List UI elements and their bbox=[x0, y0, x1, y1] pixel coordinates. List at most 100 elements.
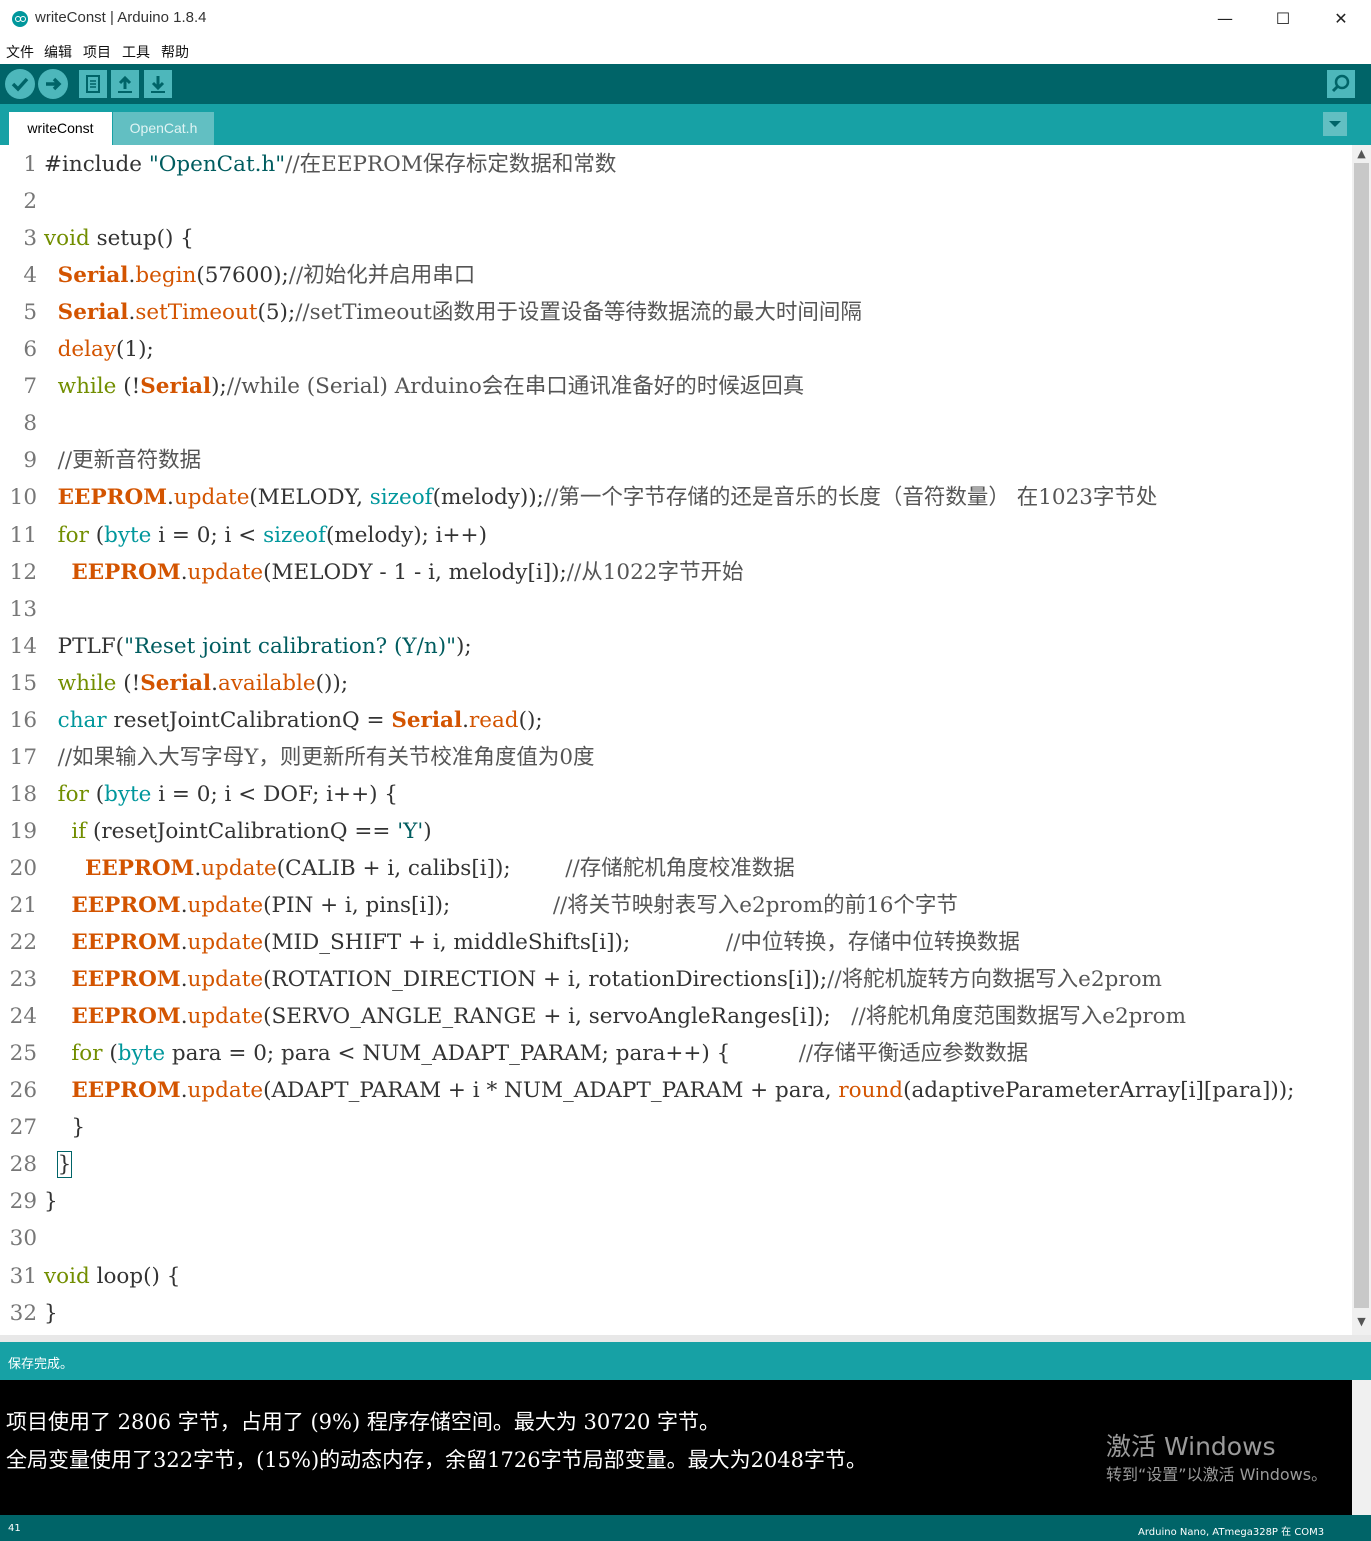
menu-file[interactable]: 文件 bbox=[6, 42, 34, 62]
upload-button[interactable] bbox=[38, 69, 68, 99]
code-text: //如果输入大写字母Y，则更新所有关节校准角度值为0度 bbox=[57, 744, 595, 770]
verify-button[interactable] bbox=[5, 69, 35, 99]
line-number: 6 bbox=[23, 337, 37, 363]
close-button[interactable]: ✕ bbox=[1318, 4, 1364, 34]
line-number: 15 bbox=[9, 670, 37, 696]
menu-sketch[interactable]: 项目 bbox=[83, 42, 111, 62]
serial-monitor-button[interactable] bbox=[1327, 70, 1355, 98]
line-number: 4 bbox=[23, 263, 37, 289]
code-line[interactable]: 20 EEPROM.update(CALIB + i, calibs[i]); … bbox=[0, 850, 1352, 887]
code-text: PTLF("Reset joint calibration? (Y/n)"); bbox=[44, 633, 472, 659]
code-line[interactable]: 25 for (byte para = 0; para < NUM_ADAPT_… bbox=[0, 1035, 1352, 1072]
menu-edit[interactable]: 编辑 bbox=[44, 42, 72, 62]
scroll-up-icon[interactable]: ▲ bbox=[1352, 145, 1371, 163]
code-line[interactable]: 1 #include "OpenCat.h"//在EEPROM保存标定数据和常数 bbox=[0, 146, 1352, 183]
code-text: #include "OpenCat.h"//在EEPROM保存标定数据和常数 bbox=[44, 152, 617, 177]
code-text: delay(1); bbox=[57, 337, 154, 363]
minimize-button[interactable]: — bbox=[1202, 4, 1248, 34]
line-number: 24 bbox=[9, 1004, 37, 1030]
code-line[interactable]: 29} bbox=[0, 1183, 1352, 1220]
code-line[interactable]: 28 } bbox=[0, 1146, 1352, 1183]
line-number: 8 bbox=[23, 411, 37, 437]
matched-brace: } bbox=[56, 1151, 73, 1179]
code-line[interactable]: 17 //如果输入大写字母Y，则更新所有关节校准角度值为0度 bbox=[0, 739, 1352, 776]
tab-bar: writeConst OpenCat.h bbox=[0, 104, 1371, 145]
line-number: 14 bbox=[9, 633, 37, 659]
maximize-button[interactable]: ☐ bbox=[1260, 4, 1306, 34]
code-line[interactable]: 19 if (resetJointCalibrationQ == 'Y') bbox=[0, 813, 1352, 850]
line-number: 13 bbox=[9, 596, 37, 622]
code-line[interactable]: 4 Serial.begin(57600);//初始化并启用串口 bbox=[0, 257, 1352, 294]
window-title: writeConst | Arduino 1.8.4 bbox=[35, 9, 207, 26]
toolbar bbox=[0, 64, 1371, 104]
footer-bar: 41 Arduino Nano, ATmega328P 在 COM3 bbox=[0, 1515, 1371, 1541]
code-text: for (byte i = 0; i < sizeof(melody); i++… bbox=[57, 522, 487, 548]
code-line[interactable]: 27 } bbox=[0, 1109, 1352, 1146]
code-line[interactable]: 24 EEPROM.update(SERVO_ANGLE_RANGE + i, … bbox=[0, 998, 1352, 1035]
editor-scrollbar-thumb[interactable] bbox=[1354, 163, 1369, 1308]
code-line[interactable]: 32} bbox=[0, 1295, 1352, 1332]
activate-windows-title: 激活 Windows bbox=[1106, 1432, 1276, 1461]
new-file-icon bbox=[86, 75, 100, 93]
code-line[interactable]: 21 EEPROM.update(PIN + i, pins[i]); //将关… bbox=[0, 887, 1352, 924]
code-line[interactable]: 6 delay(1); bbox=[0, 331, 1352, 368]
code-line[interactable]: 22 EEPROM.update(MID_SHIFT + i, middleSh… bbox=[0, 924, 1352, 961]
code-text: EEPROM.update(CALIB + i, calibs[i]); //存… bbox=[85, 855, 795, 881]
code-text: Serial.setTimeout(5);//setTimeout函数用于设置设… bbox=[57, 300, 862, 326]
line-number: 25 bbox=[9, 1041, 37, 1067]
chevron-down-icon bbox=[1329, 121, 1341, 127]
code-line[interactable]: 9 //更新音符数据 bbox=[0, 442, 1352, 479]
code-text: EEPROM.update(MELODY - 1 - i, melody[i])… bbox=[71, 559, 744, 585]
tab-writeconst[interactable]: writeConst bbox=[9, 112, 112, 145]
code-line[interactable]: 15 while (!Serial.available()); bbox=[0, 665, 1352, 702]
line-number: 16 bbox=[9, 707, 37, 733]
code-line[interactable]: 30 bbox=[0, 1220, 1352, 1257]
tab-menu-button[interactable] bbox=[1323, 112, 1347, 136]
line-number: 31 bbox=[9, 1263, 37, 1289]
code-line[interactable]: 12 EEPROM.update(MELODY - 1 - i, melody[… bbox=[0, 554, 1352, 591]
line-number: 17 bbox=[9, 744, 37, 770]
menu-help[interactable]: 帮助 bbox=[161, 42, 189, 62]
tab-opencat-h[interactable]: OpenCat.h bbox=[113, 112, 214, 145]
code-line[interactable]: 11 for (byte i = 0; i < sizeof(melody); … bbox=[0, 517, 1352, 554]
save-button[interactable] bbox=[144, 70, 172, 98]
code-line[interactable]: 23 EEPROM.update(ROTATION_DIRECTION + i,… bbox=[0, 961, 1352, 998]
menu-bar: 文件 编辑 项目 工具 帮助 bbox=[0, 38, 1371, 62]
code-text: char resetJointCalibrationQ = Serial.rea… bbox=[57, 707, 543, 733]
code-text: //更新音符数据 bbox=[57, 448, 202, 474]
code-editor[interactable]: 1 #include "OpenCat.h"//在EEPROM保存标定数据和常数 2… bbox=[0, 145, 1352, 1335]
code-line[interactable]: 2 bbox=[0, 183, 1352, 220]
code-line[interactable]: 16 char resetJointCalibrationQ = Serial.… bbox=[0, 702, 1352, 739]
line-number: 28 bbox=[9, 1152, 37, 1178]
line-number: 18 bbox=[9, 781, 37, 807]
code-line[interactable]: 31 void loop() { bbox=[0, 1258, 1352, 1295]
code-line[interactable]: 26 EEPROM.update(ADAPT_PARAM + i * NUM_A… bbox=[0, 1072, 1352, 1109]
code-line[interactable]: 13 bbox=[0, 591, 1352, 628]
code-line[interactable]: 10 EEPROM.update(MELODY, sizeof(melody))… bbox=[0, 479, 1352, 516]
code-line[interactable]: 14 PTLF("Reset joint calibration? (Y/n)"… bbox=[0, 628, 1352, 665]
board-port-label: Arduino Nano, ATmega328P 在 COM3 bbox=[1138, 1527, 1325, 1538]
code-line[interactable]: 3 void setup() { bbox=[0, 220, 1352, 257]
line-number: 30 bbox=[9, 1226, 37, 1252]
code-text: } bbox=[44, 1115, 86, 1141]
editor-console-divider[interactable] bbox=[0, 1335, 1371, 1342]
console-scrollbar[interactable] bbox=[1352, 1380, 1371, 1515]
code-text: for (byte i = 0; i < DOF; i++) { bbox=[57, 781, 398, 807]
code-text: EEPROM.update(ADAPT_PARAM + i * NUM_ADAP… bbox=[71, 1078, 1295, 1104]
line-number: 32 bbox=[9, 1300, 37, 1326]
scroll-down-icon[interactable]: ▼ bbox=[1352, 1313, 1371, 1331]
code-line[interactable]: 7 while (!Serial);//while (Serial) Ardui… bbox=[0, 368, 1352, 405]
code-text: while (!Serial.available()); bbox=[57, 670, 349, 696]
open-button[interactable] bbox=[111, 70, 139, 98]
code-line[interactable]: 5 Serial.setTimeout(5);//setTimeout函数用于设… bbox=[0, 294, 1352, 331]
code-line[interactable]: 18 for (byte i = 0; i < DOF; i++) { bbox=[0, 776, 1352, 813]
new-button[interactable] bbox=[79, 70, 107, 98]
activate-windows-hint: 转到“设置”以激活 Windows。 bbox=[1106, 1465, 1328, 1484]
line-number: 11 bbox=[9, 522, 37, 548]
code-line[interactable]: 8 bbox=[0, 405, 1352, 442]
title-bar: writeConst | Arduino 1.8.4 — ☐ ✕ bbox=[0, 0, 1371, 38]
line-number: 10 bbox=[9, 485, 37, 511]
menu-tools[interactable]: 工具 bbox=[122, 42, 150, 62]
line-number: 27 bbox=[9, 1115, 37, 1141]
line-number: 7 bbox=[23, 374, 37, 400]
